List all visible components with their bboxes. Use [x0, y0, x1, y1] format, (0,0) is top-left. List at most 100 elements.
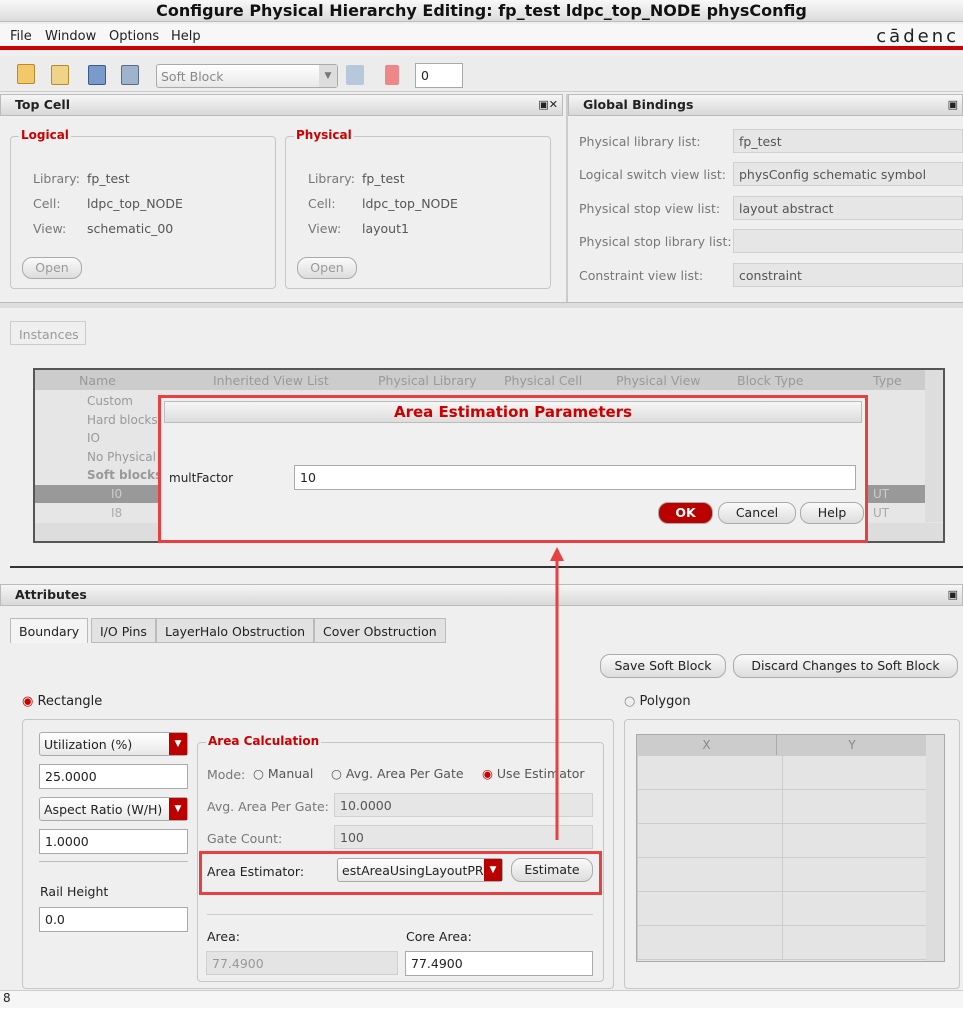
- physical-stop-view-field[interactable]: layout abstract: [733, 196, 963, 220]
- utilization-select[interactable]: Utilization (%) ▼: [39, 732, 188, 756]
- discard-changes-button[interactable]: Discard Changes to Soft Block: [733, 654, 958, 678]
- gate-count-label: Gate Count:: [207, 831, 283, 846]
- label: Library:: [308, 171, 356, 186]
- label: Constraint view list:: [579, 268, 704, 283]
- float-close-icon[interactable]: ▣✕: [538, 95, 558, 115]
- label: View:: [33, 221, 67, 236]
- tree-icon[interactable]: [385, 65, 399, 85]
- new-icon[interactable]: [17, 64, 35, 84]
- polygon-radio[interactable]: ○ Polygon: [624, 694, 691, 709]
- label: Use Estimator: [496, 766, 585, 781]
- multfactor-input[interactable]: 10: [294, 465, 856, 490]
- col-name[interactable]: Name: [79, 373, 116, 388]
- menu-file[interactable]: File: [10, 29, 32, 44]
- footer: [0, 1008, 963, 1032]
- tree-item[interactable]: Soft blocks: [87, 468, 162, 482]
- attributes-header: Attributes ▣: [0, 584, 963, 606]
- type-cell: UT: [873, 487, 890, 501]
- tree-item[interactable]: Custom: [87, 394, 133, 408]
- divider: [10, 566, 963, 568]
- col-x: X: [637, 735, 777, 755]
- block-type-value: Soft Block: [161, 69, 224, 84]
- splitter[interactable]: [0, 302, 963, 308]
- tab-layerhalo[interactable]: LayerHalo Obstruction: [156, 618, 315, 643]
- col-phys-view[interactable]: Physical View: [616, 373, 701, 388]
- save-as-icon[interactable]: [121, 65, 139, 85]
- multfactor-label: multFactor: [169, 471, 234, 485]
- tree-item[interactable]: IO: [87, 431, 100, 445]
- label: Library:: [33, 171, 81, 186]
- constraint-view-field[interactable]: constraint: [733, 263, 963, 287]
- cancel-button[interactable]: Cancel: [718, 502, 796, 524]
- physical-stop-library-field[interactable]: [733, 229, 963, 253]
- label: Physical library list:: [579, 134, 701, 149]
- logical-switch-view-field[interactable]: physConfig schematic symbol: [733, 162, 963, 186]
- chevron-down-icon: ▼: [484, 859, 502, 881]
- tree-item[interactable]: I0: [111, 487, 122, 501]
- tree-item[interactable]: No Physical: [87, 450, 156, 464]
- col-phys-lib[interactable]: Physical Library: [378, 373, 477, 388]
- tab-io-pins[interactable]: I/O Pins: [91, 618, 156, 643]
- save-icon[interactable]: [88, 65, 106, 85]
- vertical-scrollbar[interactable]: [925, 370, 943, 522]
- block-type-select[interactable]: Soft Block ▼: [156, 64, 338, 88]
- annotation-arrow: [550, 547, 564, 840]
- logical-open-button[interactable]: Open: [22, 257, 82, 279]
- physical-view: layout1: [362, 221, 409, 236]
- ok-button[interactable]: OK: [658, 502, 713, 524]
- col-type[interactable]: Type: [873, 373, 902, 388]
- aspect-value: Aspect Ratio (W/H): [44, 802, 163, 817]
- logical-library: fp_test: [87, 171, 130, 186]
- global-bindings-title: Global Bindings: [583, 97, 694, 112]
- mode-manual-radio[interactable]: ○ Manual: [253, 766, 313, 781]
- polygon-rows: [637, 755, 927, 960]
- open-folder-icon[interactable]: [51, 65, 69, 85]
- chevron-down-icon: ▼: [169, 798, 187, 820]
- cadence-logo: cādenc: [876, 26, 959, 47]
- tree-item[interactable]: Hard blocks: [87, 413, 158, 427]
- physical-open-button[interactable]: Open: [297, 257, 357, 279]
- core-area-input[interactable]: 77.4900: [405, 951, 593, 976]
- physical-library-list-field[interactable]: fp_test: [733, 129, 963, 153]
- save-soft-block-button[interactable]: Save Soft Block: [600, 654, 726, 678]
- aspect-ratio-select[interactable]: Aspect Ratio (W/H) ▼: [39, 797, 188, 821]
- help-button[interactable]: Help: [800, 502, 864, 524]
- tab-instances[interactable]: Instances: [10, 321, 86, 345]
- top-cell-title: Top Cell: [15, 97, 70, 112]
- estimate-button[interactable]: Estimate: [511, 858, 593, 882]
- status-text: 8: [3, 991, 11, 1005]
- divider: [566, 94, 568, 302]
- tab-boundary[interactable]: Boundary: [10, 618, 89, 643]
- vertical-scrollbar[interactable]: [926, 735, 944, 961]
- label: Physical stop library list:: [579, 234, 732, 249]
- attributes-title: Attributes: [15, 587, 87, 602]
- float-icon[interactable]: ▣: [948, 585, 958, 605]
- area-field[interactable]: 77.4900: [206, 951, 398, 975]
- hierarchy-icon[interactable]: [346, 65, 364, 85]
- rectangle-radio[interactable]: ◉ Rectangle: [22, 694, 102, 709]
- physical-library: fp_test: [362, 171, 405, 186]
- col-block-type[interactable]: Block Type: [737, 373, 804, 388]
- counter-field[interactable]: 0: [415, 63, 463, 88]
- col-inherited[interactable]: Inherited View List: [213, 373, 329, 388]
- menu-help[interactable]: Help: [171, 29, 201, 44]
- logical-group: Logical Library: fp_test Cell: ldpc_top_…: [10, 128, 276, 289]
- menu-window[interactable]: Window: [45, 29, 96, 44]
- area-estimator-select[interactable]: estAreaUsingLayoutPR ▼: [337, 858, 503, 882]
- col-phys-cell[interactable]: Physical Cell: [504, 373, 582, 388]
- area-estimation-dialog: Area Estimation Parameters multFactor 10…: [158, 395, 868, 543]
- rail-height-label: Rail Height: [40, 884, 109, 899]
- area-estimator-label: Area Estimator:: [207, 864, 305, 879]
- mode-avg-radio[interactable]: ○ Avg. Area Per Gate: [331, 766, 464, 781]
- col-y: Y: [848, 738, 856, 752]
- tree-item[interactable]: I8: [111, 506, 122, 520]
- physical-cell: ldpc_top_NODE: [362, 196, 458, 211]
- utilization-input[interactable]: 25.0000: [39, 764, 188, 789]
- label: Avg. Area Per Gate: [345, 766, 464, 781]
- menu-options[interactable]: Options: [109, 29, 159, 44]
- tab-cover[interactable]: Cover Obstruction: [314, 618, 446, 643]
- float-icon[interactable]: ▣: [948, 95, 958, 115]
- aspect-ratio-input[interactable]: 1.0000: [39, 829, 188, 854]
- rail-height-input[interactable]: 0.0: [39, 907, 188, 932]
- logical-cell: ldpc_top_NODE: [87, 196, 183, 211]
